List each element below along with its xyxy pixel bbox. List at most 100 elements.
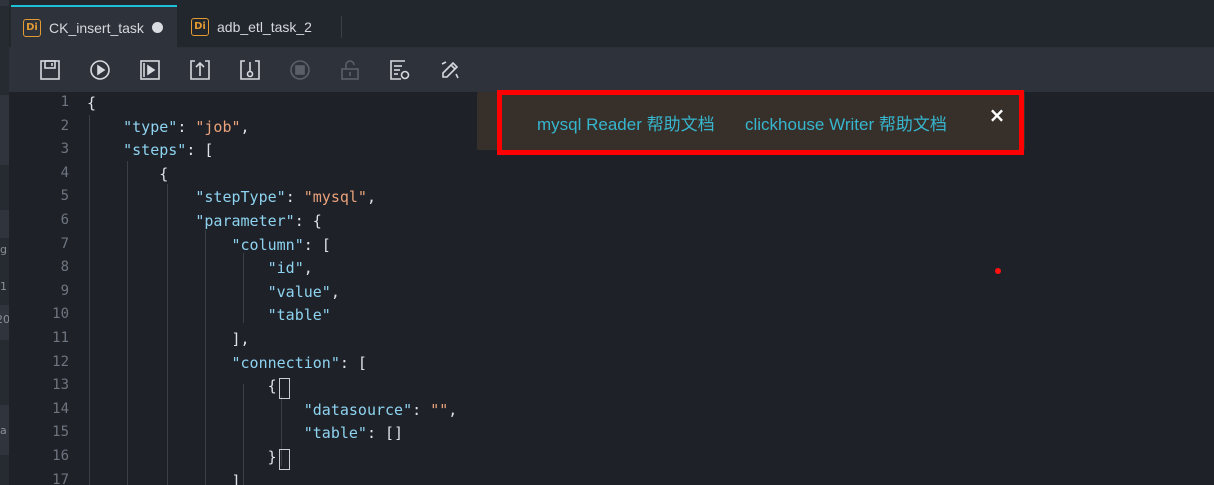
json-key: "stepType" [195, 188, 286, 207]
sidebar-block [0, 210, 9, 238]
stop-icon [288, 58, 312, 82]
line-number: 13 [52, 377, 69, 394]
json-punct [87, 236, 232, 254]
bracket-match-open [279, 378, 290, 399]
line-number: 14 [52, 400, 69, 417]
json-punct: ], [87, 330, 250, 348]
json-punct: : [285, 188, 304, 207]
sidebar-fragment: a [0, 424, 7, 437]
tab-label: adb_etl_task_2 [217, 18, 312, 35]
json-key: "connection" [231, 353, 340, 372]
mysql-reader-help-link[interactable]: mysql Reader 帮助文档 [537, 110, 715, 135]
json-string: "mysql" [303, 188, 367, 207]
edit-icon[interactable] [438, 58, 462, 82]
line-number: 15 [52, 424, 69, 441]
json-punct: { [87, 94, 97, 112]
json-punct: : [177, 117, 196, 136]
sidebar-fragment: g [0, 243, 7, 256]
editor-toolbar [9, 48, 1214, 92]
line-number: 5 [60, 188, 69, 205]
line-number: 17 [52, 471, 69, 485]
editor-tab-bar: Di CK_insert_task Di adb_etl_task_2 [9, 0, 1214, 48]
json-punct [87, 259, 268, 277]
json-punct: ] [87, 471, 241, 485]
json-key: "parameter" [195, 212, 295, 230]
json-punct: : { [294, 212, 322, 230]
json-punct [87, 141, 123, 159]
json-punct: : [412, 400, 431, 419]
line-number: 10 [52, 306, 69, 323]
json-key: "id" [267, 259, 304, 278]
tab-label: CK_insert_task [49, 19, 144, 36]
code-line[interactable]: "datasource": "", [87, 399, 458, 422]
line-number: 2 [60, 117, 69, 134]
deploy-icon[interactable] [238, 58, 262, 82]
json-punct: : [ [339, 353, 367, 372]
tab-ck-insert-task[interactable]: Di CK_insert_task [11, 5, 177, 48]
code-line[interactable]: { [87, 92, 96, 115]
code-line[interactable]: "connection": [ [87, 352, 367, 375]
code-line[interactable]: "parameter": { [87, 210, 322, 233]
code-line[interactable]: "steps": [ [87, 139, 213, 162]
line-number: 16 [52, 448, 69, 464]
json-key: "value" [267, 282, 331, 301]
left-sidebar-edge: g 1 20 a [0, 0, 10, 485]
line-number: 1 [60, 94, 69, 110]
line-number: 7 [60, 235, 69, 252]
code-line[interactable]: "id", [87, 257, 313, 280]
line-number: 11 [52, 330, 69, 346]
line-number-gutter: 1 2 3 4 5 6 7 8 9 10 11 12 13 14 15 16 17 [9, 92, 71, 485]
json-punct [87, 212, 195, 230]
code-line[interactable]: { [87, 163, 168, 186]
save-icon[interactable] [38, 58, 62, 82]
tab-divider [341, 16, 342, 38]
clickhouse-writer-help-link[interactable]: clickhouse Writer 帮助文档 [745, 110, 947, 135]
sidebar-block [0, 0, 9, 6]
publish-icon[interactable] [188, 58, 212, 82]
json-punct: { [87, 377, 277, 396]
code-line[interactable]: } [87, 446, 277, 469]
json-string: "" [430, 400, 449, 419]
line-number: 3 [60, 141, 69, 158]
json-punct [87, 401, 304, 419]
code-line[interactable]: "table" [87, 304, 331, 327]
lock-icon [338, 58, 362, 82]
json-punct [87, 354, 232, 372]
code-line[interactable]: ], [87, 328, 250, 351]
di-node-icon: Di [191, 17, 209, 36]
json-punct: { [87, 164, 169, 183]
json-punct: , [366, 188, 376, 207]
json-key: "type" [123, 117, 178, 136]
json-punct [87, 118, 123, 136]
run-parameters-icon[interactable] [138, 58, 162, 82]
close-icon[interactable]: × [988, 104, 1006, 126]
json-punct: , [240, 117, 250, 136]
cursor-marker [995, 268, 1001, 274]
json-punct [87, 306, 268, 324]
json-punct: : [ [303, 235, 331, 254]
line-number: 8 [60, 259, 69, 276]
json-punct [87, 283, 268, 301]
bracket-match-close [279, 449, 290, 470]
json-punct: : [] [366, 424, 404, 443]
format-icon[interactable] [388, 58, 412, 82]
json-key: "table" [303, 424, 367, 443]
code-line[interactable]: ] [87, 470, 241, 485]
json-punct: , [330, 282, 340, 301]
line-number: 4 [60, 164, 69, 181]
json-punct [87, 424, 304, 442]
unsaved-indicator-icon[interactable] [151, 22, 163, 33]
code-line[interactable]: "type": "job", [87, 116, 250, 139]
code-line[interactable]: { [87, 375, 277, 398]
json-punct: } [87, 448, 277, 466]
code-line[interactable]: "column": [ [87, 234, 331, 257]
run-icon[interactable] [88, 58, 112, 82]
code-line[interactable]: "table": [] [87, 422, 403, 445]
code-line[interactable]: "stepType": "mysql", [87, 186, 376, 209]
json-key: "column" [231, 235, 304, 254]
json-key: "datasource" [303, 400, 413, 419]
line-number: 12 [52, 353, 69, 370]
tab-adb-etl-task-2[interactable]: Di adb_etl_task_2 [179, 5, 341, 48]
json-key: "steps" [123, 141, 187, 160]
code-line[interactable]: "value", [87, 281, 340, 304]
